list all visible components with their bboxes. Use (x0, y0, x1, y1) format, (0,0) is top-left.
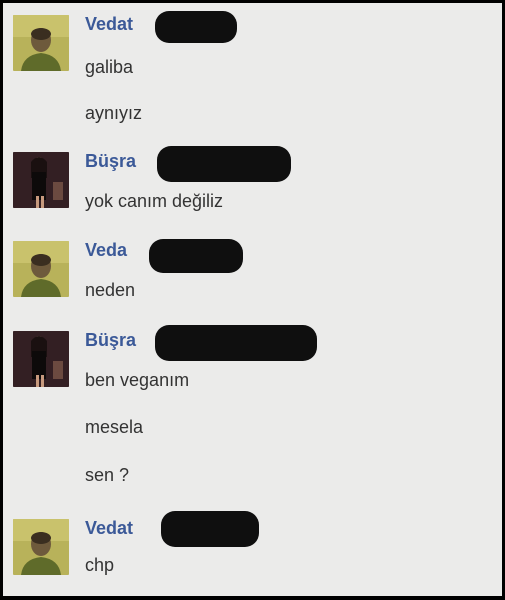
redaction-mark (149, 239, 243, 273)
sender-name[interactable]: Vedat (85, 14, 133, 35)
sender-name[interactable]: Büşra (85, 151, 136, 172)
busra-avatar[interactable] (13, 331, 69, 387)
message-text: mesela (85, 417, 144, 437)
sender-name[interactable]: Büşra (85, 330, 136, 351)
message-text: ben veganım (85, 370, 190, 390)
redaction-mark (155, 325, 317, 361)
message-text: yok canım değiliz (85, 191, 224, 211)
redaction-mark (155, 11, 237, 43)
sender-name[interactable]: Veda (85, 240, 127, 261)
message-text: neden (85, 280, 136, 300)
vedat-avatar[interactable] (13, 15, 69, 71)
redaction-mark (161, 511, 259, 547)
message-text: sen ? (85, 465, 130, 485)
message-text: galiba (85, 57, 134, 77)
sender-name[interactable]: Vedat (85, 518, 133, 539)
message-text: aynıyız (85, 103, 143, 123)
busra-avatar[interactable] (13, 152, 69, 208)
message-text: chp (85, 555, 115, 575)
redaction-mark (157, 146, 291, 182)
chat-window: Vedat galiba aynıyız Büşra yok canım değ… (3, 3, 502, 596)
vedat-avatar[interactable] (13, 519, 69, 575)
vedat-avatar[interactable] (13, 241, 69, 297)
